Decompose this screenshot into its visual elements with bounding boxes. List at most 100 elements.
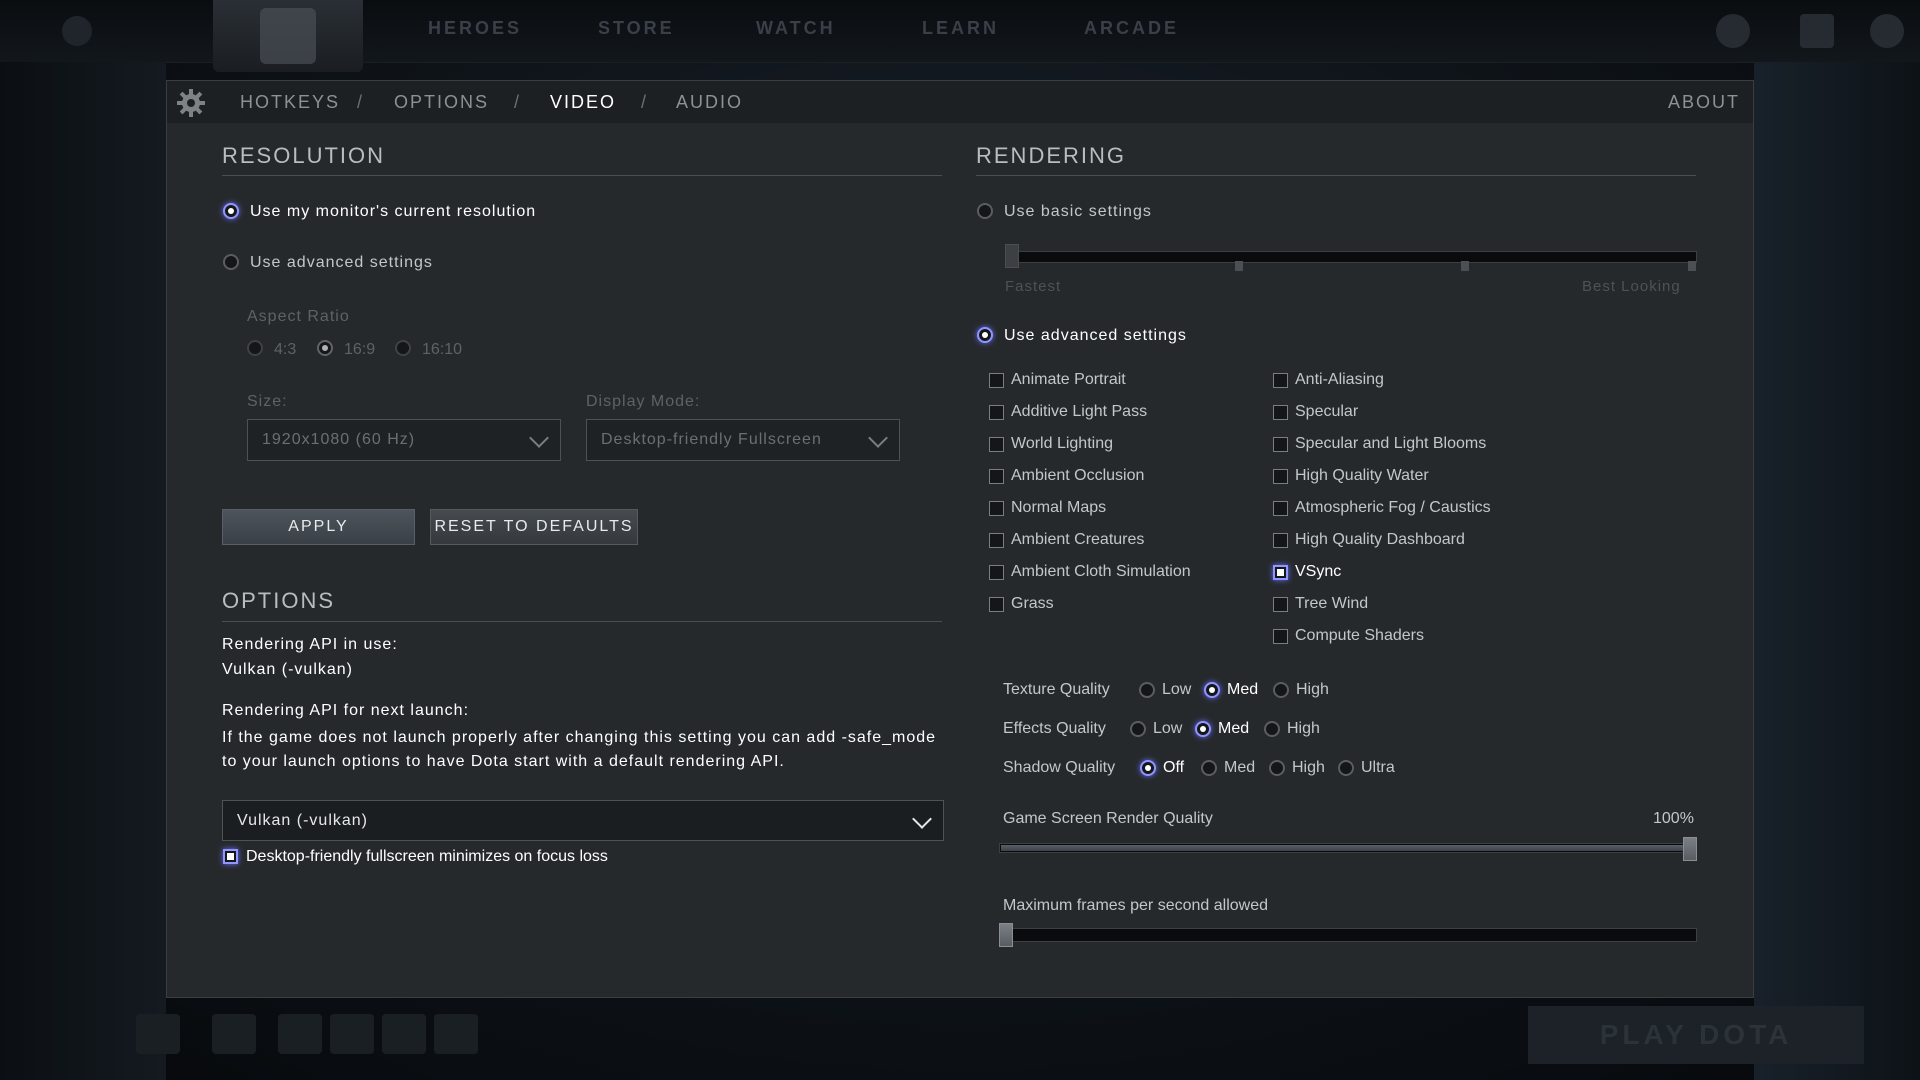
compute-shaders-label[interactable]: Compute Shaders (1295, 627, 1424, 645)
use-advanced-resolution-radio[interactable] (223, 254, 239, 270)
shadow-med-label[interactable]: Med (1224, 759, 1255, 777)
shadow-high-label[interactable]: High (1292, 759, 1325, 777)
tree-wind-checkbox[interactable] (1273, 597, 1288, 612)
compute-shaders-checkbox[interactable] (1273, 629, 1288, 644)
grass-label[interactable]: Grass (1011, 595, 1054, 613)
ambient-creatures-label[interactable]: Ambient Creatures (1011, 531, 1144, 549)
high-quality-water-label[interactable]: High Quality Water (1295, 467, 1429, 485)
additive-light-pass-label[interactable]: Additive Light Pass (1011, 403, 1147, 421)
nav-learn[interactable]: LEARN (922, 18, 999, 39)
high-quality-dashboard-label[interactable]: High Quality Dashboard (1295, 531, 1465, 549)
rendering-api-dropdown[interactable]: Vulkan (-vulkan) (222, 800, 944, 841)
slot-icon[interactable] (278, 1014, 322, 1054)
minimize-focus-loss-label[interactable]: Desktop-friendly fullscreen minimizes on… (246, 848, 608, 866)
texture-high-radio[interactable] (1273, 682, 1289, 698)
shadow-ultra-label[interactable]: Ultra (1361, 759, 1395, 777)
tree-wind-label[interactable]: Tree Wind (1295, 595, 1368, 613)
max-fps-slider-handle[interactable] (999, 923, 1013, 947)
vsync-label[interactable]: VSync (1295, 563, 1341, 581)
slot-icon[interactable] (330, 1014, 374, 1054)
atmospheric-fog-checkbox[interactable] (1273, 501, 1288, 516)
settings-gear-icon[interactable] (62, 16, 92, 46)
atmospheric-fog-label[interactable]: Atmospheric Fog / Caustics (1295, 499, 1491, 517)
use-monitor-resolution-radio[interactable] (223, 203, 239, 219)
anti-aliasing-checkbox[interactable] (1273, 373, 1288, 388)
use-advanced-resolution-label[interactable]: Use advanced settings (250, 254, 433, 272)
nav-watch[interactable]: WATCH (756, 18, 836, 39)
basic-settings-label[interactable]: Use basic settings (1004, 203, 1152, 221)
aspect-16-9-label[interactable]: 16:9 (344, 341, 375, 359)
render-quality-slider-handle[interactable] (1683, 837, 1697, 861)
aspect-4-3-label[interactable]: 4:3 (274, 341, 296, 359)
effects-high-label[interactable]: High (1287, 720, 1320, 738)
size-dropdown[interactable]: 1920x1080 (60 Hz) (247, 419, 561, 461)
ambient-occlusion-checkbox[interactable] (989, 469, 1004, 484)
nav-store[interactable]: STORE (598, 18, 675, 39)
slot-icon[interactable] (434, 1014, 478, 1054)
high-quality-water-checkbox[interactable] (1273, 469, 1288, 484)
max-fps-slider[interactable] (999, 928, 1697, 942)
animate-portrait-checkbox[interactable] (989, 373, 1004, 388)
shadow-ultra-radio[interactable] (1338, 760, 1354, 776)
texture-low-radio[interactable] (1139, 682, 1155, 698)
advanced-rendering-label[interactable]: Use advanced settings (1004, 327, 1187, 345)
profile-icon[interactable] (1800, 14, 1834, 48)
hero-portrait-icon[interactable] (212, 1014, 256, 1054)
basic-quality-slider-handle[interactable] (1005, 244, 1019, 268)
minimize-focus-loss-checkbox[interactable] (223, 849, 238, 864)
nav-arcade[interactable]: ARCADE (1084, 18, 1179, 39)
additive-light-pass-checkbox[interactable] (989, 405, 1004, 420)
specular-light-blooms-checkbox[interactable] (1273, 437, 1288, 452)
tab-video[interactable]: VIDEO (550, 92, 616, 113)
tab-audio[interactable]: AUDIO (676, 92, 743, 113)
texture-high-label[interactable]: High (1296, 681, 1329, 699)
aspect-16-9-radio[interactable] (317, 340, 333, 356)
dota-logo[interactable] (213, 0, 363, 72)
world-lighting-label[interactable]: World Lighting (1011, 435, 1113, 453)
effects-low-label[interactable]: Low (1153, 720, 1182, 738)
tab-options[interactable]: OPTIONS (394, 92, 489, 113)
ambient-occlusion-label[interactable]: Ambient Occlusion (1011, 467, 1144, 485)
chat-icon[interactable] (1716, 14, 1750, 48)
high-quality-dashboard-checkbox[interactable] (1273, 533, 1288, 548)
apply-button[interactable]: APPLY (222, 509, 415, 545)
aspect-16-10-label[interactable]: 16:10 (422, 341, 462, 359)
ambient-cloth-simulation-label[interactable]: Ambient Cloth Simulation (1011, 563, 1191, 581)
reset-to-defaults-button[interactable]: RESET TO DEFAULTS (430, 509, 638, 545)
texture-low-label[interactable]: Low (1162, 681, 1191, 699)
normal-maps-label[interactable]: Normal Maps (1011, 499, 1106, 517)
specular-label[interactable]: Specular (1295, 403, 1358, 421)
anti-aliasing-label[interactable]: Anti-Aliasing (1295, 371, 1384, 389)
about-link[interactable]: ABOUT (1668, 92, 1740, 113)
effects-high-radio[interactable] (1264, 721, 1280, 737)
effects-low-radio[interactable] (1130, 721, 1146, 737)
party-icon[interactable] (136, 1014, 180, 1054)
tab-hotkeys[interactable]: HOTKEYS (240, 92, 340, 113)
world-lighting-checkbox[interactable] (989, 437, 1004, 452)
aspect-4-3-radio[interactable] (247, 340, 263, 356)
gear-icon[interactable] (175, 87, 207, 119)
basic-quality-slider[interactable] (1005, 251, 1697, 263)
basic-settings-radio[interactable] (977, 203, 993, 219)
play-dota-button[interactable]: PLAY DOTA (1528, 1006, 1864, 1064)
effects-med-label[interactable]: Med (1218, 720, 1249, 738)
animate-portrait-label[interactable]: Animate Portrait (1011, 371, 1126, 389)
nav-heroes[interactable]: HEROES (428, 18, 522, 39)
grass-checkbox[interactable] (989, 597, 1004, 612)
use-monitor-resolution-label[interactable]: Use my monitor's current resolution (250, 203, 536, 221)
display-mode-dropdown[interactable]: Desktop-friendly Fullscreen (586, 419, 900, 461)
shadow-med-radio[interactable] (1201, 760, 1217, 776)
shadow-off-radio[interactable] (1140, 760, 1156, 776)
shadow-high-radio[interactable] (1269, 760, 1285, 776)
texture-med-radio[interactable] (1204, 682, 1220, 698)
ambient-cloth-simulation-checkbox[interactable] (989, 565, 1004, 580)
effects-med-radio[interactable] (1195, 721, 1211, 737)
advanced-rendering-radio[interactable] (977, 327, 993, 343)
specular-light-blooms-label[interactable]: Specular and Light Blooms (1295, 435, 1486, 453)
slot-icon[interactable] (382, 1014, 426, 1054)
specular-checkbox[interactable] (1273, 405, 1288, 420)
texture-med-label[interactable]: Med (1227, 681, 1258, 699)
normal-maps-checkbox[interactable] (989, 501, 1004, 516)
avatar[interactable] (1870, 14, 1904, 48)
ambient-creatures-checkbox[interactable] (989, 533, 1004, 548)
